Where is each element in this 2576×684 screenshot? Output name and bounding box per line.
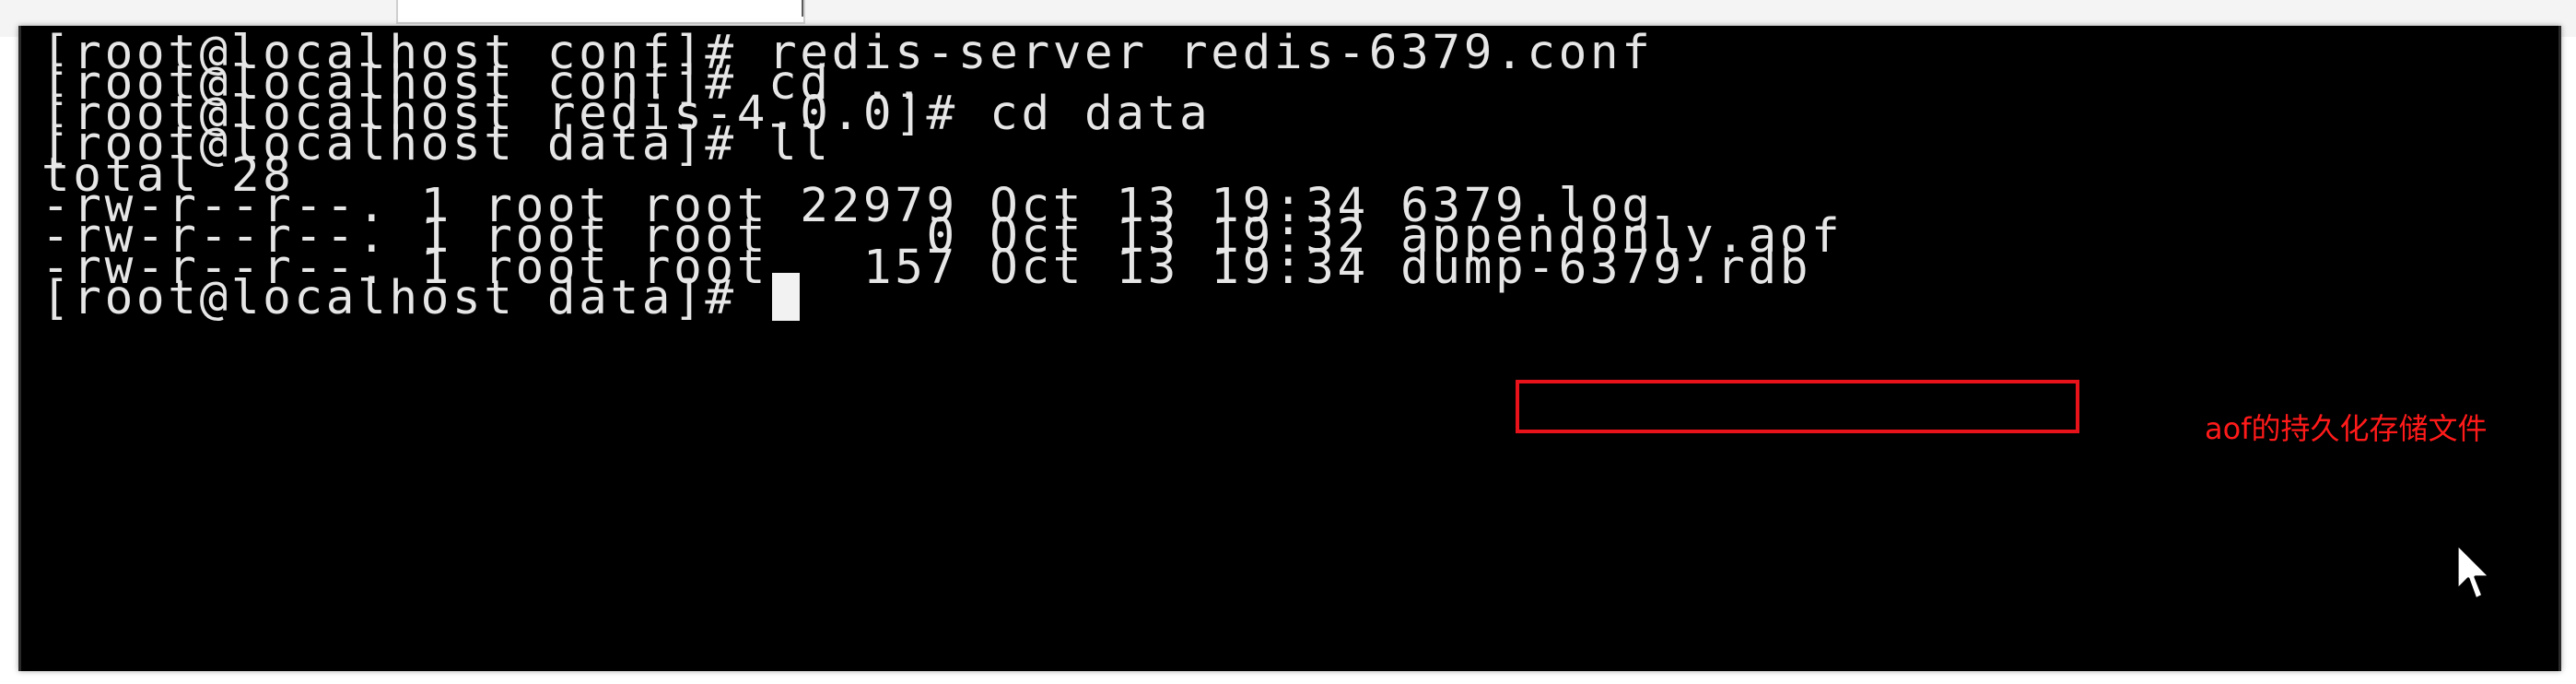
terminal-prompt: [root@localhost data]# (41, 271, 769, 325)
terminal-prompt-line[interactable]: [root@localhost data]# (41, 271, 801, 326)
mouse-pointer-icon (2455, 542, 2492, 601)
caption-box: FederationMan() (396, 0, 805, 24)
appendonly-highlight-box (1516, 380, 2079, 433)
screenshot-frame: FederationMan() [root@localhost conf]# r… (0, 0, 2576, 684)
aof-annotation-text: aof的持久化存储文件 (2205, 411, 2488, 446)
terminal-cursor (772, 273, 801, 321)
terminal-window[interactable]: [root@localhost conf]# redis-server redi… (18, 26, 2561, 671)
top-caption: FederationMan() (798, 0, 803, 22)
